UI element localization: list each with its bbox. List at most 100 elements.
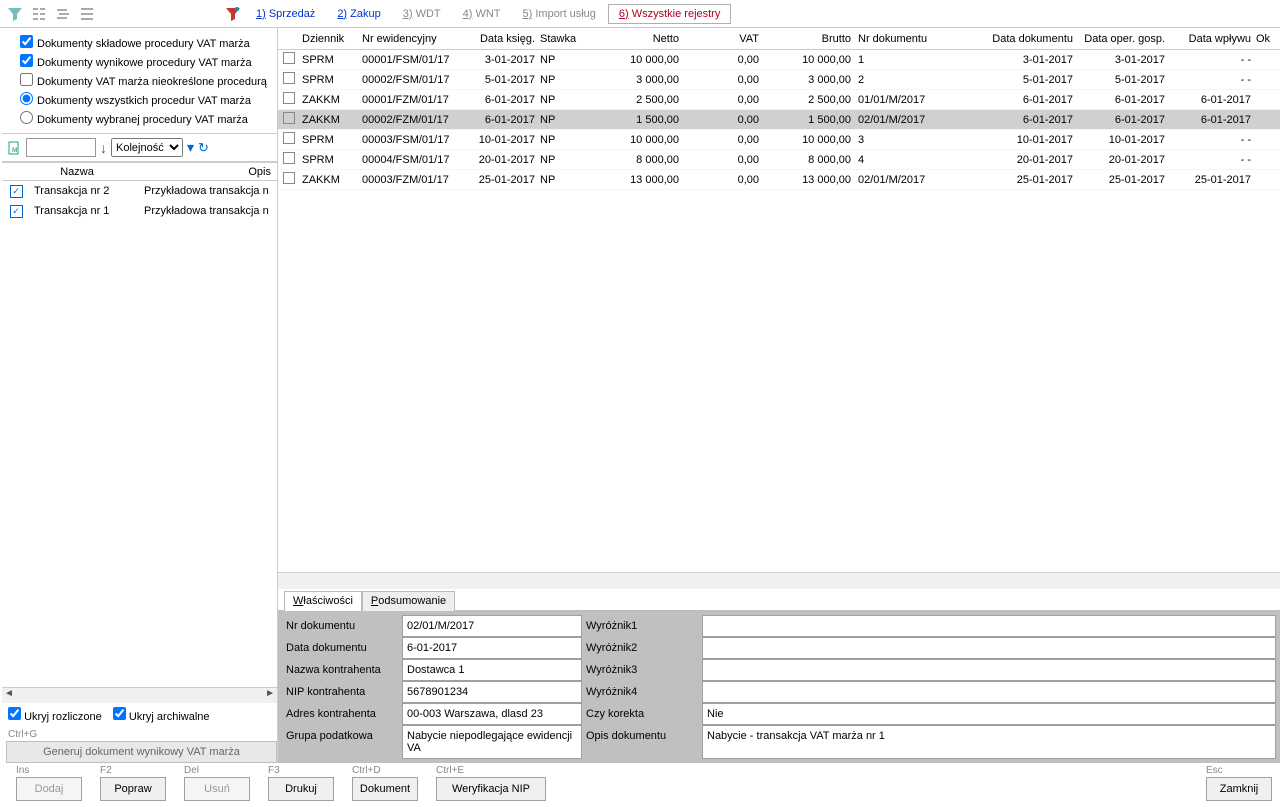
top-toolbar: 1) Sprzedaż2) Zakup3) WDT4) WNT5) Import… bbox=[0, 0, 1280, 28]
row-checkbox[interactable] bbox=[283, 132, 295, 144]
sidebar: Dokumenty składowe procedury VAT marża D… bbox=[0, 28, 278, 763]
table-row[interactable]: ZAKKM00003/FZM/01/1725-01-2017NP13 000,0… bbox=[278, 170, 1280, 190]
transaction-row[interactable]: ✓Transakcja nr 1Przykładowa transakcja n bbox=[2, 201, 277, 221]
val-nr-dok: 02/01/M/2017 bbox=[402, 615, 582, 637]
sidebar-search-input[interactable] bbox=[26, 138, 96, 157]
table-row[interactable]: SPRM00003/FSM/01/1710-01-2017NP10 000,00… bbox=[278, 130, 1280, 150]
tab-wnt[interactable]: 4) WNT bbox=[453, 5, 511, 23]
filter-check-1[interactable]: Dokumenty składowe procedury VAT marża bbox=[20, 34, 271, 53]
lbl-wyr2: Wyróżnik2 bbox=[582, 637, 702, 659]
tab-sprzedaż[interactable]: 1) Sprzedaż bbox=[246, 5, 325, 23]
sidegrid-col-desc[interactable]: Opis bbox=[132, 163, 277, 180]
col-netto[interactable]: Netto bbox=[590, 33, 682, 45]
details-panel: Nr dokumentu 02/01/M/2017 Wyróżnik1 Data… bbox=[278, 611, 1280, 763]
refresh-icon[interactable]: ↻ bbox=[198, 140, 209, 156]
sort-select[interactable]: Kolejność bbox=[111, 138, 183, 157]
table-row[interactable]: SPRM00004/FSM/01/1720-01-2017NP8 000,000… bbox=[278, 150, 1280, 170]
sidegrid-col-name[interactable]: Nazwa bbox=[22, 163, 132, 180]
filter-check-3[interactable]: Dokumenty VAT marża nieokreślone procedu… bbox=[20, 72, 271, 91]
row-checkbox[interactable] bbox=[283, 172, 295, 184]
table-row[interactable]: ZAKKM00002/FZM/01/176-01-2017NP1 500,000… bbox=[278, 110, 1280, 130]
lbl-nip-k: NIP kontrahenta bbox=[282, 681, 402, 703]
val-wyr4 bbox=[702, 681, 1276, 703]
col-data-wplywu[interactable]: Data wpływu bbox=[1168, 33, 1254, 45]
verify-nip-button[interactable]: Weryfikacja NIP bbox=[436, 777, 546, 801]
tree-expand-icon[interactable] bbox=[28, 3, 50, 25]
document-button[interactable]: Dokument bbox=[352, 777, 418, 801]
add-button[interactable]: Dodaj bbox=[16, 777, 82, 801]
row-checkbox[interactable] bbox=[283, 52, 295, 64]
tab-properties[interactable]: Właściwości bbox=[284, 591, 362, 611]
col-nr-ewid[interactable]: Nr ewidencyjny bbox=[360, 33, 460, 45]
val-nazwa-k: Dostawca 1 bbox=[402, 659, 582, 681]
close-button[interactable]: Zamknij bbox=[1206, 777, 1272, 801]
sort-dropdown-icon[interactable]: ▾ bbox=[185, 139, 196, 156]
tree-collapse-icon[interactable] bbox=[52, 3, 74, 25]
lbl-data-dok: Data dokumentu bbox=[282, 637, 402, 659]
val-nip-k: 5678901234 bbox=[402, 681, 582, 703]
new-doc-icon[interactable]: м bbox=[6, 139, 24, 157]
table-row[interactable]: SPRM00001/FSM/01/173-01-2017NP10 000,000… bbox=[278, 50, 1280, 70]
tab-wdt[interactable]: 3) WDT bbox=[393, 5, 451, 23]
main-area: Dokumenty składowe procedury VAT marża D… bbox=[0, 28, 1280, 763]
lbl-adres-k: Adres kontrahenta bbox=[282, 703, 402, 725]
table-row[interactable]: ZAKKM00001/FZM/01/176-01-2017NP2 500,000… bbox=[278, 90, 1280, 110]
row-check-icon[interactable]: ✓ bbox=[10, 205, 23, 218]
sidebar-hide-options: Ukryj rozliczone Ukryj archiwalne bbox=[2, 703, 277, 727]
lbl-wyr1: Wyróżnik1 bbox=[582, 615, 702, 637]
hide-settled-check[interactable]: Ukryj rozliczone bbox=[8, 711, 102, 723]
col-vat[interactable]: VAT bbox=[682, 33, 762, 45]
footer-toolbar: InsDodaj F2Popraw DelUsuń F3Drukuj Ctrl+… bbox=[0, 763, 1280, 807]
generate-result-doc-button[interactable]: Generuj dokument wynikowy VAT marża bbox=[6, 741, 277, 763]
val-grupa: Nabycie niepodlegające ewidencji VA bbox=[402, 725, 582, 759]
right-pane: Dziennik Nr ewidencyjny Data księg. Staw… bbox=[278, 28, 1280, 763]
tab-summary[interactable]: Podsumowanie bbox=[362, 591, 455, 611]
lbl-nr-dok: Nr dokumentu bbox=[282, 615, 402, 637]
col-stawka[interactable]: Stawka bbox=[538, 33, 590, 45]
col-data-oper[interactable]: Data oper. gosp. bbox=[1076, 33, 1168, 45]
hide-archived-check[interactable]: Ukryj archiwalne bbox=[113, 711, 210, 723]
tree-select-icon[interactable] bbox=[76, 3, 98, 25]
tab-wszystkie-rejestry[interactable]: 6) Wszystkie rejestry bbox=[608, 4, 731, 24]
row-checkbox[interactable] bbox=[283, 72, 295, 84]
val-adres-k: 00-003 Warszawa, dlasd 23 bbox=[402, 703, 582, 725]
val-wyr2 bbox=[702, 637, 1276, 659]
filter-radio-all[interactable]: Dokumenty wszystkich procedur VAT marża bbox=[20, 91, 271, 110]
filter-icon[interactable] bbox=[4, 3, 26, 25]
filter-radio-selected[interactable]: Dokumenty wybranej procedury VAT marża bbox=[20, 110, 271, 129]
lbl-grupa: Grupa podatkowa bbox=[282, 725, 402, 759]
sort-down-icon[interactable]: ↓ bbox=[98, 140, 109, 156]
col-ok[interactable]: Ok bbox=[1254, 33, 1274, 45]
row-checkbox[interactable] bbox=[283, 152, 295, 164]
col-data-ksieg[interactable]: Data księg. bbox=[460, 33, 538, 45]
sidebar-hscroll[interactable]: ◄► bbox=[2, 687, 277, 703]
tab-import-usług[interactable]: 5) Import usług bbox=[513, 5, 606, 23]
col-dziennik[interactable]: Dziennik bbox=[300, 33, 360, 45]
lbl-nazwa-k: Nazwa kontrahenta bbox=[282, 659, 402, 681]
filter-check-2[interactable]: Dokumenty wynikowe procedury VAT marża bbox=[20, 53, 271, 72]
edit-button[interactable]: Popraw bbox=[100, 777, 166, 801]
delete-button[interactable]: Usuń bbox=[184, 777, 250, 801]
val-wyr3 bbox=[702, 659, 1276, 681]
row-check-icon[interactable]: ✓ bbox=[10, 185, 23, 198]
funnel-red-icon[interactable] bbox=[222, 3, 244, 25]
lbl-korekta: Czy korekta bbox=[582, 703, 702, 725]
print-button[interactable]: Drukuj bbox=[268, 777, 334, 801]
tab-zakup[interactable]: 2) Zakup bbox=[327, 5, 390, 23]
val-data-dok: 6-01-2017 bbox=[402, 637, 582, 659]
details-tabs: Właściwości Podsumowanie bbox=[278, 589, 1280, 611]
transaction-name: Transakcja nr 1 bbox=[30, 205, 140, 217]
col-brutto[interactable]: Brutto bbox=[762, 33, 854, 45]
grid-header[interactable]: Dziennik Nr ewidencyjny Data księg. Staw… bbox=[278, 28, 1280, 50]
lbl-wyr3: Wyróżnik3 bbox=[582, 659, 702, 681]
svg-text:м: м bbox=[12, 145, 18, 154]
val-opis: Nabycie - transakcja VAT marża nr 1 bbox=[702, 725, 1276, 759]
col-nr-dokumentu[interactable]: Nr dokumentu bbox=[854, 33, 966, 45]
transactions-grid: Nazwa Opis ✓Transakcja nr 2Przykładowa t… bbox=[2, 162, 277, 687]
row-checkbox[interactable] bbox=[283, 92, 295, 104]
row-checkbox[interactable] bbox=[283, 112, 295, 124]
table-row[interactable]: SPRM00002/FSM/01/175-01-2017NP3 000,000,… bbox=[278, 70, 1280, 90]
grid-hscroll[interactable] bbox=[278, 572, 1280, 589]
transaction-row[interactable]: ✓Transakcja nr 2Przykładowa transakcja n bbox=[2, 181, 277, 201]
col-data-dokumentu[interactable]: Data dokumentu bbox=[966, 33, 1076, 45]
